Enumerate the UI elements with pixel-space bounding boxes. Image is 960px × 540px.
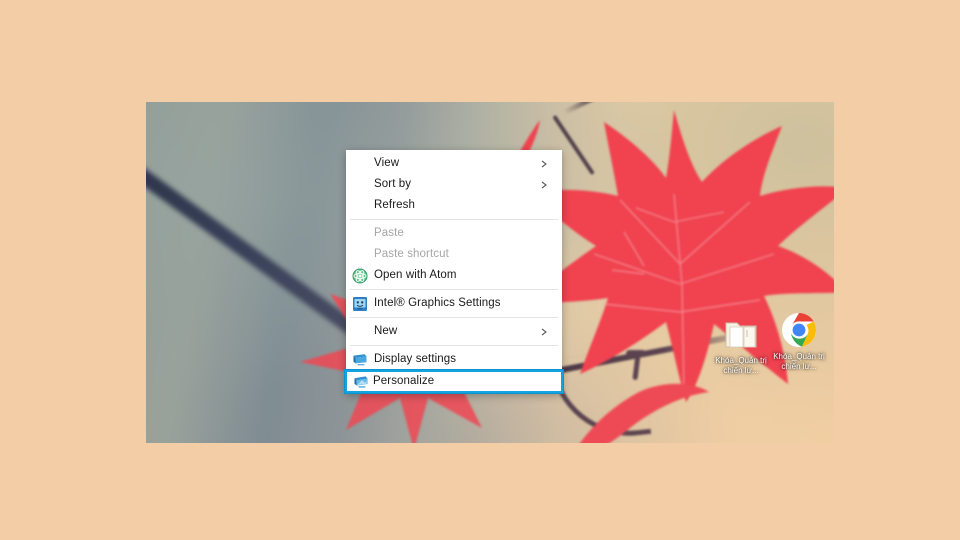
display-monitor-icon <box>353 353 367 365</box>
menu-item-new[interactable]: New <box>346 321 562 342</box>
atom-icon <box>352 268 368 283</box>
screenshot-stage: Khóa_Quản trị chiến lư... Khóa_Quản trị … <box>0 0 960 540</box>
menu-item-label: Sort by <box>374 177 412 190</box>
menu-item-label: Open with Atom <box>374 268 457 281</box>
menu-item-refresh[interactable]: Refresh <box>346 195 562 216</box>
chevron-right-icon <box>541 181 547 188</box>
menu-item-paste-shortcut: Paste shortcut <box>346 244 562 265</box>
menu-item-display-settings[interactable]: Display settings <box>346 349 562 370</box>
folder-icon <box>725 322 757 348</box>
menu-separator <box>350 345 558 346</box>
menu-item-label: New <box>374 324 398 337</box>
menu-item-label: Refresh <box>374 198 415 211</box>
personalize-monitor-icon <box>354 375 368 387</box>
menu-item-label: Paste shortcut <box>374 247 449 260</box>
menu-separator <box>350 317 558 318</box>
chrome-icon <box>782 313 816 347</box>
desktop-icon-label: Khóa_Quản trị chiến lư... <box>715 356 767 375</box>
desktop-icon-chrome[interactable]: Khóa_Quản trị chiến lư... <box>766 310 832 372</box>
menu-item-personalize[interactable]: Personalize <box>344 369 564 394</box>
intel-graphics-icon <box>353 296 367 311</box>
menu-item-label: Paste <box>374 226 404 239</box>
menu-item-open-with-atom[interactable]: Open with Atom <box>346 265 562 286</box>
menu-item-sort-by[interactable]: Sort by <box>346 174 562 195</box>
menu-item-label: Intel® Graphics Settings <box>374 296 501 309</box>
desktop-icon-folder[interactable]: Khóa_Quản trị chiến lư... <box>708 314 774 376</box>
menu-item-label: Display settings <box>374 352 457 365</box>
maple-leaf-lower <box>580 383 709 443</box>
menu-item-label: Personalize <box>373 374 435 387</box>
menu-item-intel-graphics-settings[interactable]: Intel® Graphics Settings <box>346 293 562 314</box>
chevron-right-icon <box>541 328 547 335</box>
menu-item-label: View <box>374 156 400 169</box>
menu-separator <box>350 219 558 220</box>
menu-item-paste: Paste <box>346 223 562 244</box>
chevron-right-icon <box>541 160 547 167</box>
menu-item-view[interactable]: View <box>346 153 562 174</box>
desktop-icon-label: Khóa_Quản trị chiến lư... <box>773 352 825 371</box>
desktop-context-menu[interactable]: View Sort by Refresh Paste Paste shortcu… <box>344 150 564 394</box>
menu-separator <box>350 289 558 290</box>
